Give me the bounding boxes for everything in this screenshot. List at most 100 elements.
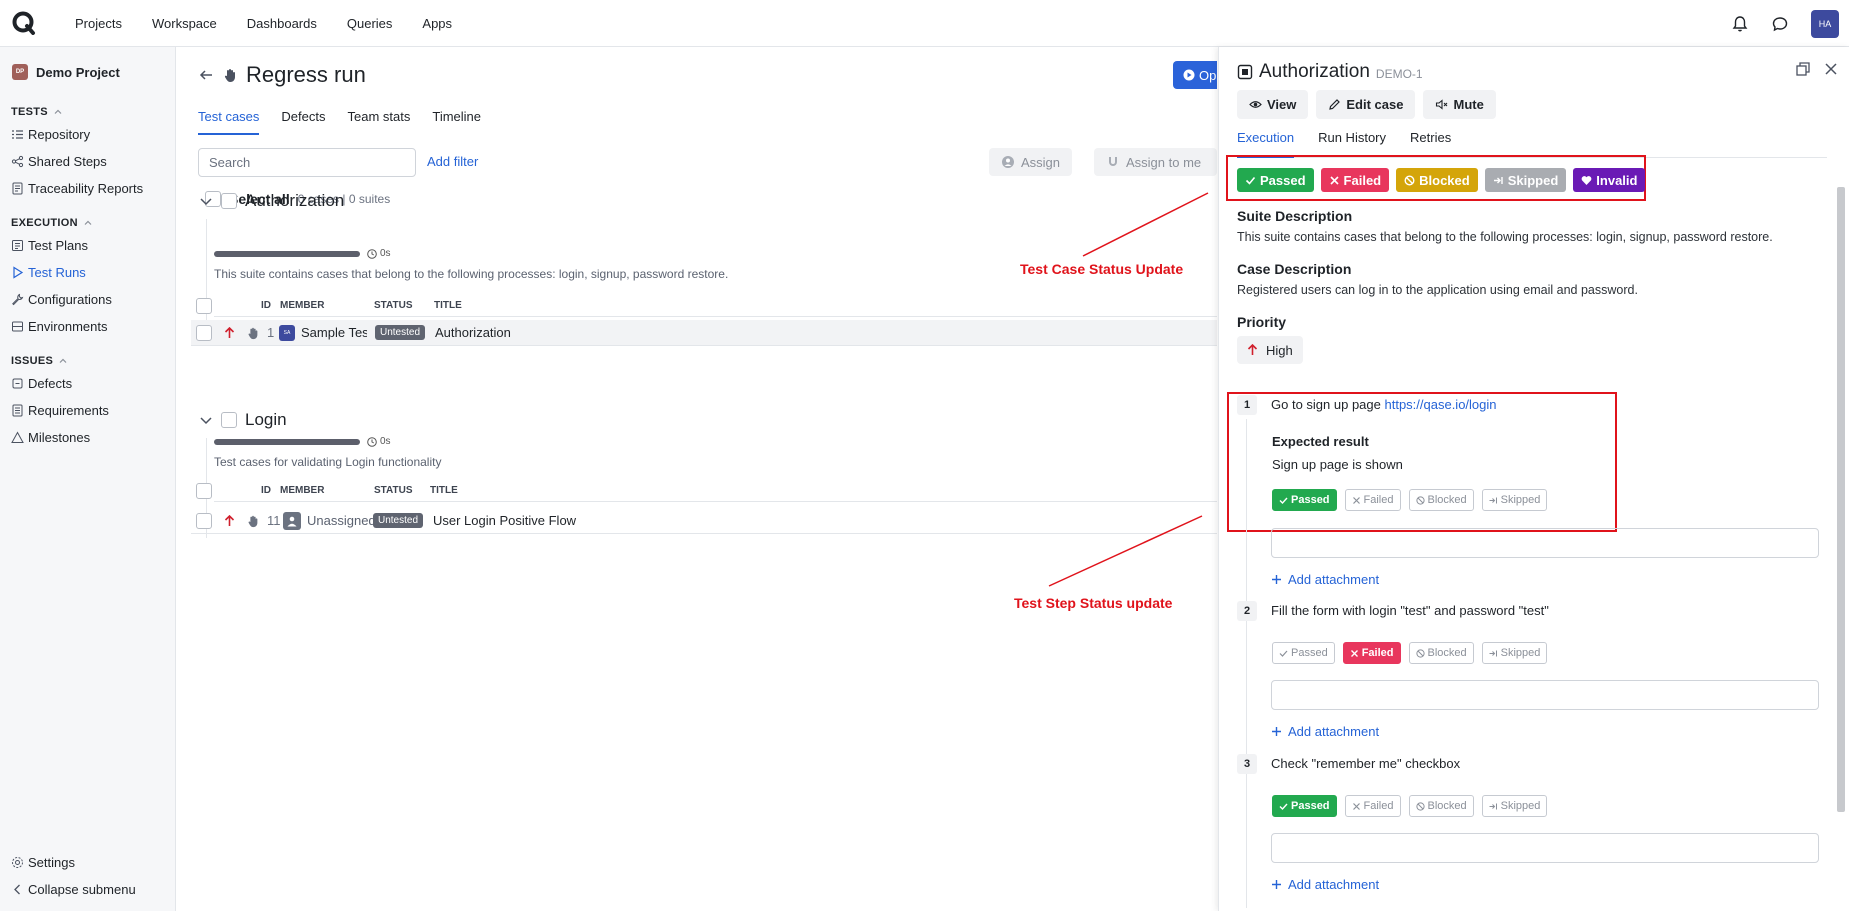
- tab-test-cases[interactable]: Test cases: [198, 109, 260, 135]
- sidebar-item-configurations[interactable]: Configurations: [0, 286, 175, 313]
- triangle-icon: [11, 431, 24, 443]
- panel-scrollbar[interactable]: [1837, 187, 1845, 812]
- annotation-case-status: Test Case Status Update: [1020, 261, 1184, 277]
- sidebar-item-repository[interactable]: Repository: [0, 121, 175, 148]
- step-passed-button[interactable]: Passed: [1272, 642, 1335, 664]
- step-blocked-button[interactable]: Blocked: [1408, 795, 1474, 817]
- step-action: Go to sign up page https://qase.io/login: [1271, 397, 1497, 412]
- suite-description: Test cases for validating Login function…: [214, 455, 442, 469]
- add-attachment-button[interactable]: Add attachment: [1271, 724, 1379, 739]
- step-link[interactable]: https://qase.io/login: [1384, 397, 1496, 412]
- suite-description-heading: Suite Description: [1237, 208, 1353, 224]
- tab-defects[interactable]: Defects: [281, 109, 325, 135]
- tab-timeline[interactable]: Timeline: [432, 109, 481, 135]
- step-status-buttons: Passed Failed Blocked Skipped: [1272, 795, 1548, 817]
- open-wizard-button[interactable]: Op: [1173, 61, 1217, 89]
- view-button[interactable]: View: [1237, 90, 1309, 119]
- status-passed-button[interactable]: Passed: [1237, 168, 1314, 192]
- search-input[interactable]: Search: [198, 148, 416, 177]
- row-checkbox[interactable]: [196, 324, 212, 341]
- step-failed-button[interactable]: Failed: [1344, 795, 1401, 817]
- row-checkbox[interactable]: [196, 512, 212, 529]
- table-row[interactable]: 1 SA Sample Tester Untested Authorizatio…: [191, 320, 1217, 346]
- suite-duration: 0s: [367, 248, 391, 259]
- nav-workspace[interactable]: Workspace: [137, 16, 232, 31]
- header-checkbox[interactable]: [196, 482, 212, 499]
- step-failed-button[interactable]: Failed: [1342, 642, 1401, 664]
- sidebar-item-traceability[interactable]: Traceability Reports: [0, 175, 175, 202]
- nav-queries[interactable]: Queries: [332, 16, 408, 31]
- back-arrow-icon[interactable]: [198, 67, 214, 83]
- step-comment-input[interactable]: [1271, 680, 1819, 710]
- sidebar-item-shared-steps[interactable]: Shared Steps: [0, 148, 175, 175]
- chevron-up-icon: [84, 220, 92, 225]
- sidebar-item-defects[interactable]: Defects: [0, 370, 175, 397]
- assign-button[interactable]: Assign: [989, 148, 1073, 176]
- sidebar-item-settings[interactable]: Settings: [0, 849, 176, 876]
- step-passed-button[interactable]: Passed: [1272, 795, 1337, 817]
- sidebar-item-test-runs[interactable]: Test Runs: [0, 259, 175, 286]
- qase-logo-icon[interactable]: [12, 11, 36, 35]
- step-comment-input[interactable]: [1271, 833, 1819, 863]
- add-attachment-button[interactable]: Add attachment: [1271, 572, 1379, 587]
- user-avatar[interactable]: HA: [1811, 9, 1839, 38]
- nav-apps[interactable]: Apps: [407, 16, 467, 31]
- section-tests[interactable]: TESTS: [0, 103, 175, 121]
- chevron-down-icon[interactable]: [199, 194, 213, 208]
- sidebar-item-requirements[interactable]: Requirements: [0, 397, 175, 424]
- step-skipped-button[interactable]: Skipped: [1481, 489, 1548, 511]
- top-bar: Projects Workspace Dashboards Queries Ap…: [0, 0, 1849, 47]
- panel-tabs: Execution Run History Retries: [1237, 130, 1827, 158]
- tab-team-stats[interactable]: Team stats: [348, 109, 411, 135]
- chevron-down-icon[interactable]: [199, 413, 213, 427]
- step-blocked-button[interactable]: Blocked: [1408, 642, 1474, 664]
- sidebar-item-milestones[interactable]: Milestones: [0, 424, 175, 451]
- collapse-submenu-button[interactable]: Collapse submenu: [0, 876, 176, 903]
- status-skipped-button[interactable]: Skipped: [1484, 168, 1567, 192]
- chat-icon[interactable]: [1771, 15, 1789, 33]
- section-issues[interactable]: ISSUES: [0, 352, 175, 370]
- status-blocked-button[interactable]: Blocked: [1396, 168, 1478, 192]
- tab-execution[interactable]: Execution: [1237, 130, 1295, 158]
- tab-run-history[interactable]: Run History: [1318, 130, 1386, 158]
- skip-icon: [1489, 803, 1497, 809]
- add-attachment-button[interactable]: Add attachment: [1271, 877, 1379, 892]
- chevron-up-icon: [59, 358, 67, 363]
- case-id: 11: [267, 513, 281, 528]
- step-comment-input[interactable]: [1271, 528, 1819, 558]
- status-invalid-button[interactable]: Invalid: [1573, 168, 1646, 192]
- project-switcher[interactable]: DP Demo Project: [0, 53, 175, 91]
- suite-checkbox[interactable]: [221, 193, 237, 209]
- expand-window-icon[interactable]: [1795, 61, 1811, 77]
- edit-case-button[interactable]: Edit case: [1316, 90, 1416, 119]
- add-filter-link[interactable]: Add filter: [427, 154, 478, 169]
- mute-button[interactable]: Mute: [1423, 90, 1496, 119]
- case-icon: [1237, 64, 1253, 80]
- priority-high-icon: [224, 514, 235, 526]
- section-execution[interactable]: EXECUTION: [0, 214, 175, 232]
- tab-retries[interactable]: Retries: [1410, 130, 1451, 158]
- bell-icon[interactable]: [1731, 15, 1749, 33]
- status-badge: Untested: [375, 325, 426, 340]
- gear-icon: [12, 857, 23, 868]
- assign-to-me-button[interactable]: Assign to me: [1094, 148, 1217, 176]
- step-skipped-button[interactable]: Skipped: [1481, 795, 1548, 817]
- suite-checkbox[interactable]: [221, 412, 237, 428]
- play-icon: [13, 266, 24, 279]
- project-name: Demo Project: [36, 64, 120, 80]
- step-failed-button[interactable]: Failed: [1344, 489, 1401, 511]
- sidebar-item-environments[interactable]: Environments: [0, 313, 175, 340]
- skip-icon: [1489, 650, 1497, 656]
- step-skipped-button[interactable]: Skipped: [1481, 642, 1548, 664]
- table-row[interactable]: 11 Unassigned Untested User Login Positi…: [191, 508, 1217, 534]
- project-badge: DP: [12, 64, 28, 80]
- step-blocked-button[interactable]: Blocked: [1408, 489, 1474, 511]
- nav-projects[interactable]: Projects: [60, 16, 137, 31]
- header-checkbox[interactable]: [196, 297, 212, 314]
- case-code: DEMO-1: [1375, 67, 1423, 81]
- nav-dashboards[interactable]: Dashboards: [232, 16, 332, 31]
- step-passed-button[interactable]: Passed: [1272, 489, 1337, 511]
- status-failed-button[interactable]: Failed: [1320, 168, 1390, 192]
- close-icon[interactable]: [1823, 61, 1839, 77]
- sidebar-item-test-plans[interactable]: Test Plans: [0, 232, 175, 259]
